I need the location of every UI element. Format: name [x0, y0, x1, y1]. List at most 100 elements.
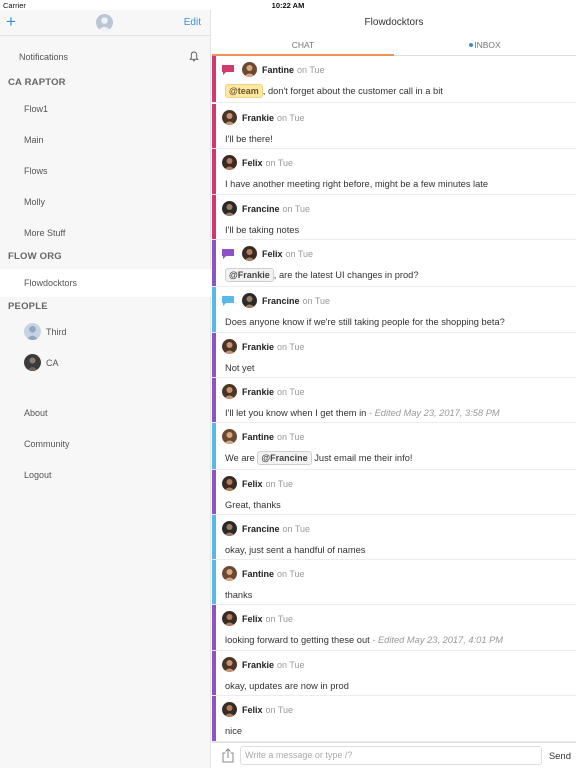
timestamp: on Tue: [265, 705, 294, 715]
message-row[interactable]: Felix on Tue Great, thanks: [212, 470, 576, 515]
message-text: , don't forget about the customer call i…: [262, 86, 443, 96]
person-avatar: [24, 323, 41, 340]
message-row[interactable]: Fantine on Tue @team, don't forget about t…: [212, 56, 576, 103]
tab-bar: CHAT INBOX: [212, 36, 576, 56]
author-avatar[interactable]: [222, 384, 237, 399]
bell-icon: [189, 51, 199, 62]
mention-tag[interactable]: @Francine: [257, 451, 312, 465]
message-row[interactable]: Frankie on Tue I'll let you know when I ge…: [212, 378, 576, 423]
edited-note: - Edited May 23, 2017, 3:58 PM: [366, 408, 500, 418]
thread-color-bar: [212, 605, 216, 650]
notifications-row[interactable]: Notifications: [0, 46, 211, 68]
message-body: Great, thanks: [225, 500, 281, 510]
author-avatar[interactable]: [222, 201, 237, 216]
author-name[interactable]: Felix on Tue: [262, 249, 313, 259]
thread-start-icon[interactable]: [222, 65, 234, 75]
author-avatar[interactable]: [242, 246, 257, 261]
author-name[interactable]: Felix on Tue: [242, 705, 293, 715]
message-text: Great, thanks: [225, 500, 281, 510]
author-avatar[interactable]: [222, 339, 237, 354]
mention-tag[interactable]: @Frankie: [225, 268, 274, 282]
author-avatar[interactable]: [222, 110, 237, 125]
sidebar: + Edit Notifications CA RAPTOR Flow1 Mai…: [0, 10, 211, 768]
author-name-text: Fantine: [242, 569, 275, 579]
timestamp: on Tue: [277, 660, 305, 670]
thread-color-bar: [212, 333, 216, 377]
mention-tag[interactable]: @team: [225, 84, 263, 98]
message-row[interactable]: Fantine on Tue We are @Francine Just email…: [212, 423, 576, 470]
sidebar-logout-link[interactable]: Logout: [24, 470, 52, 480]
author-avatar[interactable]: [222, 155, 237, 170]
timestamp: on Tue: [277, 569, 305, 579]
message-row[interactable]: Frankie on Tue okay, updates are now in pr…: [212, 651, 576, 696]
sidebar-item-flows[interactable]: Flows: [24, 166, 48, 176]
message-row[interactable]: Francine on Tue okay, just sent a handful …: [212, 515, 576, 560]
message-body: @Frankie, are the latest UI changes in p…: [225, 268, 419, 282]
timestamp: on Tue: [282, 524, 311, 534]
message-row[interactable]: Frankie on Tue Not yet: [212, 333, 576, 378]
sidebar-about-link[interactable]: About: [24, 408, 48, 418]
message-text: Does anyone know if we're still taking p…: [225, 317, 505, 327]
thread-start-icon[interactable]: [222, 249, 234, 259]
author-avatar[interactable]: [222, 657, 237, 672]
timestamp: on Tue: [265, 479, 294, 489]
author-name-text: Felix: [242, 158, 263, 168]
author-name[interactable]: Frankie on Tue: [242, 660, 305, 670]
message-row[interactable]: Felix on Tue nice: [212, 696, 576, 742]
message-row[interactable]: Felix on Tue looking forward to getting th…: [212, 605, 576, 651]
author-name[interactable]: Frankie on Tue: [242, 113, 305, 123]
sidebar-item-more-stuff[interactable]: More Stuff: [24, 228, 65, 238]
sidebar-item-main[interactable]: Main: [24, 135, 44, 145]
message-input[interactable]: Write a message or type /?: [240, 746, 542, 765]
message-text: Just email me their info!: [311, 453, 413, 463]
sidebar-item-flow1[interactable]: Flow1: [24, 104, 48, 114]
message-row[interactable]: Felix on Tue @Frankie, are the latest UI c…: [212, 240, 576, 287]
message-body: @team, don't forget about the customer c…: [225, 84, 443, 98]
author-name-text: Felix: [242, 614, 263, 624]
author-name[interactable]: Felix on Tue: [242, 614, 293, 624]
author-avatar[interactable]: [222, 476, 237, 491]
author-avatar[interactable]: [222, 521, 237, 536]
author-name[interactable]: Fantine on Tue: [242, 569, 305, 579]
author-name[interactable]: Francine on Tue: [262, 296, 330, 306]
send-button[interactable]: Send: [549, 751, 571, 762]
author-name[interactable]: Fantine on Tue: [262, 65, 325, 75]
thread-color-bar: [212, 240, 216, 286]
tab-inbox[interactable]: INBOX: [394, 36, 576, 56]
timestamp: on Tue: [277, 387, 305, 397]
message-body: okay, updates are now in prod: [225, 681, 349, 691]
author-avatar[interactable]: [242, 293, 257, 308]
sidebar-item-flowdocktors[interactable]: Flowdocktors: [24, 278, 77, 288]
message-list[interactable]: Fantine on Tue @team, don't forget about t…: [212, 56, 576, 747]
message-row[interactable]: Francine on Tue Does anyone know if we're …: [212, 287, 576, 333]
sidebar-item-molly[interactable]: Molly: [24, 197, 45, 207]
sidebar-community-link[interactable]: Community: [24, 439, 70, 449]
message-row[interactable]: Fantine on Tue thanks: [212, 560, 576, 605]
author-name[interactable]: Frankie on Tue: [242, 387, 305, 397]
author-name-text: Francine: [262, 296, 300, 306]
author-avatar[interactable]: [222, 566, 237, 581]
tab-chat[interactable]: CHAT: [212, 36, 394, 56]
author-avatar[interactable]: [222, 611, 237, 626]
author-avatar[interactable]: [222, 429, 237, 444]
message-row[interactable]: Frankie on Tue I'll be there!: [212, 104, 576, 149]
thread-color-bar: [212, 56, 216, 102]
author-name[interactable]: Francine on Tue: [242, 204, 310, 214]
message-text: , are the latest UI changes in prod?: [273, 270, 419, 280]
author-name[interactable]: Felix on Tue: [242, 479, 293, 489]
author-name[interactable]: Felix on Tue: [242, 158, 293, 168]
upload-icon[interactable]: [222, 748, 234, 763]
user-avatar[interactable]: [96, 14, 113, 31]
author-avatar[interactable]: [242, 62, 257, 77]
message-row[interactable]: Felix on Tue I have another meeting right …: [212, 149, 576, 195]
add-flow-button[interactable]: +: [6, 13, 16, 30]
author-name[interactable]: Fantine on Tue: [242, 432, 305, 442]
author-avatar[interactable]: [222, 702, 237, 717]
thread-color-bar: [212, 149, 216, 194]
author-name[interactable]: Frankie on Tue: [242, 342, 305, 352]
thread-start-icon[interactable]: [222, 296, 234, 306]
message-row[interactable]: Francine on Tue I'll be taking notes: [212, 195, 576, 240]
author-name[interactable]: Francine on Tue: [242, 524, 310, 534]
message-text: I'll be there!: [225, 134, 273, 144]
edit-button[interactable]: Edit: [184, 17, 201, 28]
